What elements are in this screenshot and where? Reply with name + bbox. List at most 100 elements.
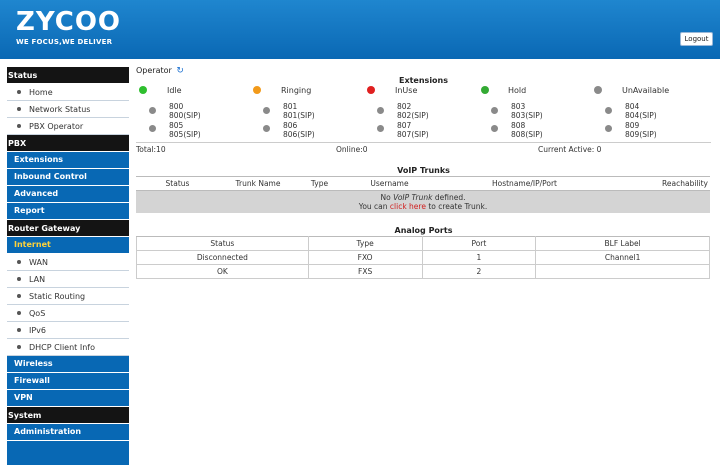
extension-801[interactable]: 801 801(SIP) bbox=[283, 102, 315, 120]
extension-status-icon bbox=[491, 107, 498, 114]
extension-status-icon bbox=[377, 107, 384, 114]
bullet-icon bbox=[17, 293, 21, 298]
extension-808[interactable]: 808 808(SIP) bbox=[511, 121, 543, 139]
sidebar-item-lan[interactable]: LAN bbox=[7, 271, 129, 288]
current-active-count: Current Active: 0 bbox=[538, 145, 602, 154]
extension-807[interactable]: 807 807(SIP) bbox=[397, 121, 429, 139]
sidebar-item-static-routing[interactable]: Static Routing bbox=[7, 288, 129, 305]
legend-hold: Hold bbox=[508, 86, 527, 95]
extension-name: 809(SIP) bbox=[625, 130, 657, 139]
message-text: defined. bbox=[432, 193, 466, 202]
sidebar-item-dhcp-client-info[interactable]: DHCP Client Info bbox=[7, 339, 129, 356]
logout-button[interactable]: Logout bbox=[680, 32, 713, 46]
extension-number: 800 bbox=[169, 102, 184, 111]
voip-trunks-title: VoIP Trunks bbox=[397, 166, 450, 175]
column-header: Port bbox=[421, 236, 537, 251]
sidebar-item-administration[interactable]: Administration bbox=[7, 424, 129, 441]
extension-status-icon bbox=[149, 107, 156, 114]
total-count: Total:10 bbox=[136, 145, 166, 154]
sidebar-item-wan[interactable]: WAN bbox=[7, 254, 129, 271]
table-row: No VoIP Trunk defined. bbox=[136, 190, 710, 202]
sidebar-item-home[interactable]: Home bbox=[7, 84, 129, 101]
create-trunk-link[interactable]: click here bbox=[390, 202, 426, 211]
sidebar-item-extensions[interactable]: Extensions bbox=[7, 152, 129, 169]
sidebar-item-network-status[interactable]: Network Status bbox=[7, 101, 129, 118]
voip-trunks-table: Status Trunk Name Type Username Hostname… bbox=[136, 176, 710, 213]
extensions-title: Extensions bbox=[398, 76, 449, 85]
table-header-row: Status Type Port BLF Label bbox=[136, 236, 710, 251]
extension-805[interactable]: 805 805(SIP) bbox=[169, 121, 201, 139]
extension-number: 806 bbox=[283, 121, 298, 130]
sidebar-item-internet[interactable]: Internet bbox=[7, 237, 129, 254]
extension-802[interactable]: 802 802(SIP) bbox=[397, 102, 429, 120]
sidebar-section-router-gateway: Router Gateway bbox=[7, 220, 129, 237]
inuse-status-icon bbox=[367, 86, 375, 94]
sidebar-item-report[interactable]: Report bbox=[7, 203, 129, 220]
extension-name: 807(SIP) bbox=[397, 130, 429, 139]
extension-809[interactable]: 809 809(SIP) bbox=[625, 121, 657, 139]
sidebar-item-label: Static Routing bbox=[29, 292, 86, 301]
sidebar-item-label: DHCP Client Info bbox=[29, 343, 95, 352]
extension-806[interactable]: 806 806(SIP) bbox=[283, 121, 315, 139]
table-row: You can click here to create Trunk. bbox=[136, 202, 710, 213]
extension-804[interactable]: 804 804(SIP) bbox=[625, 102, 657, 120]
port-status: OK bbox=[136, 264, 309, 279]
column-header: Status bbox=[136, 176, 219, 191]
operator-label: Operator bbox=[136, 66, 172, 75]
extension-number: 804 bbox=[625, 102, 640, 111]
logo-slogan: WE FOCUS,WE DELIVER bbox=[16, 38, 113, 46]
sidebar-item-inbound-control[interactable]: Inbound Control bbox=[7, 169, 129, 186]
port-type: FXS bbox=[307, 264, 423, 279]
unavailable-status-icon bbox=[594, 86, 602, 94]
online-count: Online:0 bbox=[336, 145, 368, 154]
extension-status-icon bbox=[605, 107, 612, 114]
sidebar-item-advanced[interactable]: Advanced bbox=[7, 186, 129, 203]
extension-number: 805 bbox=[169, 121, 184, 130]
extension-name: 802(SIP) bbox=[397, 111, 429, 120]
extension-status-icon bbox=[605, 125, 612, 132]
legend-inuse: InUse bbox=[395, 86, 418, 95]
header: ZYCOO WE FOCUS,WE DELIVER Logout bbox=[0, 0, 720, 59]
table-header-row: Status Trunk Name Type Username Hostname… bbox=[136, 176, 710, 191]
extension-803[interactable]: 803 803(SIP) bbox=[511, 102, 543, 120]
sidebar-item-qos[interactable]: QoS bbox=[7, 305, 129, 322]
extension-800[interactable]: 800 800(SIP) bbox=[169, 102, 201, 120]
refresh-icon[interactable]: ↻ bbox=[176, 66, 184, 76]
extensions-summary: Total:10 Online:0 Current Active: 0 bbox=[136, 142, 711, 154]
zycoo-logo: ZYCOO WE FOCUS,WE DELIVER bbox=[16, 7, 122, 52]
extension-status-icon bbox=[149, 125, 156, 132]
empty-message: No VoIP Trunk defined. bbox=[136, 190, 710, 202]
sidebar-section-status: Status bbox=[7, 67, 129, 84]
table-row: OK FXS 2 bbox=[136, 264, 710, 279]
extension-number: 802 bbox=[397, 102, 412, 111]
sidebar-item-firewall[interactable]: Firewall bbox=[7, 373, 129, 390]
port-type: FXO bbox=[307, 250, 423, 265]
extension-status-icon bbox=[263, 107, 270, 114]
legend-unavailable: UnAvailable bbox=[622, 86, 670, 95]
bullet-icon bbox=[17, 106, 21, 111]
extension-name: 804(SIP) bbox=[625, 111, 657, 120]
column-header: BLF Label bbox=[535, 236, 710, 251]
port-status: Disconnected bbox=[136, 250, 309, 265]
table-row: Disconnected FXO 1 Channel1 bbox=[136, 250, 710, 265]
legend-idle: Idle bbox=[167, 86, 182, 95]
sidebar-section-pbx: PBX bbox=[7, 135, 129, 152]
operator-header: Operator ↻ bbox=[136, 66, 184, 76]
bullet-icon bbox=[17, 89, 21, 94]
analog-ports-table: Status Type Port BLF Label Disconnected … bbox=[136, 236, 710, 279]
bullet-icon bbox=[17, 344, 21, 349]
create-trunk-message: You can click here to create Trunk. bbox=[136, 202, 710, 213]
sidebar-item-pbx-operator[interactable]: PBX Operator bbox=[7, 118, 129, 135]
column-header: Username bbox=[342, 176, 437, 191]
sidebar-item-vpn[interactable]: VPN bbox=[7, 390, 129, 407]
column-header: Trunk Name bbox=[219, 176, 297, 191]
sidebar-item-label: WAN bbox=[29, 258, 48, 267]
extension-number: 809 bbox=[625, 121, 640, 130]
bullet-icon bbox=[17, 327, 21, 332]
sidebar-item-ipv6[interactable]: IPv6 bbox=[7, 322, 129, 339]
message-text: VoIP Trunk bbox=[393, 193, 433, 202]
sidebar-item-wireless[interactable]: Wireless bbox=[7, 356, 129, 373]
logo-brand: ZYCOO bbox=[16, 7, 122, 37]
message-text: You can bbox=[358, 202, 390, 211]
message-text: No bbox=[380, 193, 394, 202]
